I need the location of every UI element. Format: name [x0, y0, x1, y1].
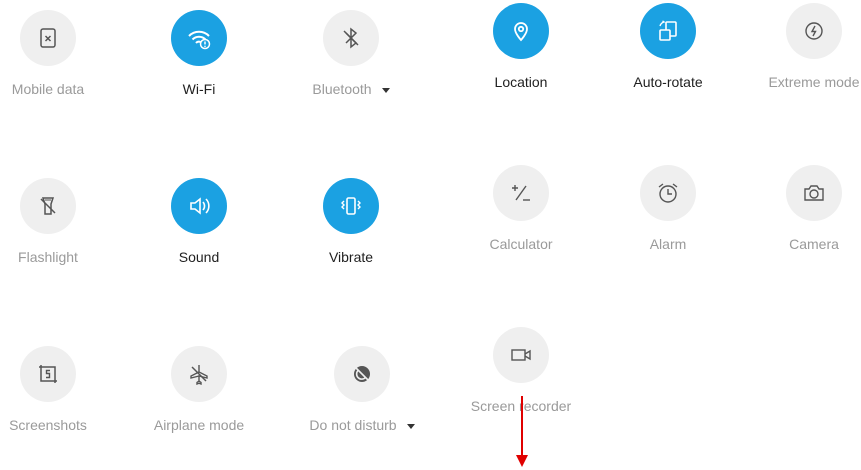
- tile-label: Screenshots: [9, 417, 87, 433]
- screen-recorder-icon: [493, 327, 549, 383]
- airplane-icon: [171, 346, 227, 402]
- tile-calculator[interactable]: Calculator: [451, 165, 591, 253]
- tile-alarm[interactable]: Alarm: [598, 165, 738, 253]
- vibrate-icon: [323, 178, 379, 234]
- wifi-icon: [171, 10, 227, 66]
- tile-auto-rotate[interactable]: Auto-rotate: [598, 3, 738, 91]
- do-not-disturb-icon: [334, 346, 390, 402]
- tile-label: Extreme mode: [768, 74, 860, 90]
- tile-label: Location: [494, 74, 548, 90]
- sound-icon: [171, 178, 227, 234]
- tile-sound[interactable]: Sound: [129, 178, 269, 266]
- annotation-arrow-icon: [516, 396, 528, 467]
- bluetooth-icon: [323, 10, 379, 66]
- tile-airplane-mode[interactable]: Airplane mode: [129, 346, 269, 434]
- tile-vibrate[interactable]: Vibrate: [281, 178, 421, 266]
- flashlight-icon: [20, 178, 76, 234]
- tile-label: Vibrate: [328, 249, 374, 265]
- screenshot-icon: [20, 346, 76, 402]
- tile-label: Flashlight: [18, 249, 78, 265]
- auto-rotate-icon: [640, 3, 696, 59]
- chevron-down-icon[interactable]: [381, 87, 390, 93]
- alarm-icon: [640, 165, 696, 221]
- chevron-down-icon[interactable]: [406, 423, 415, 429]
- tile-extreme-mode[interactable]: Extreme mode: [744, 3, 861, 91]
- camera-icon: [786, 165, 842, 221]
- tile-label: Bluetooth: [281, 80, 421, 98]
- calculator-icon: [493, 165, 549, 221]
- location-icon: [493, 3, 549, 59]
- tile-label: Camera: [789, 236, 839, 252]
- tile-label: Auto-rotate: [633, 74, 703, 90]
- tile-label: Calculator: [489, 236, 553, 252]
- tile-screenshots[interactable]: Screenshots: [0, 346, 118, 434]
- tile-label: Wi-Fi: [182, 81, 216, 97]
- tile-bluetooth[interactable]: Bluetooth: [281, 10, 421, 98]
- tile-label: Alarm: [649, 236, 687, 252]
- tile-wifi[interactable]: Wi-Fi: [129, 10, 269, 98]
- tile-do-not-disturb[interactable]: Do not disturb: [292, 346, 432, 434]
- do-not-disturb-label: Do not disturb: [309, 417, 397, 433]
- tile-label: Do not disturb: [292, 416, 432, 434]
- tile-label: Mobile data: [11, 81, 85, 97]
- mobile-data-icon: [20, 10, 76, 66]
- tile-label: Airplane mode: [153, 417, 245, 433]
- tile-label: Sound: [178, 249, 220, 265]
- extreme-mode-icon: [786, 3, 842, 59]
- tile-mobile-data[interactable]: Mobile data: [0, 10, 118, 98]
- tile-camera[interactable]: Camera: [744, 165, 861, 253]
- bluetooth-label: Bluetooth: [312, 81, 372, 97]
- tile-location[interactable]: Location: [451, 3, 591, 91]
- tile-flashlight[interactable]: Flashlight: [0, 178, 118, 266]
